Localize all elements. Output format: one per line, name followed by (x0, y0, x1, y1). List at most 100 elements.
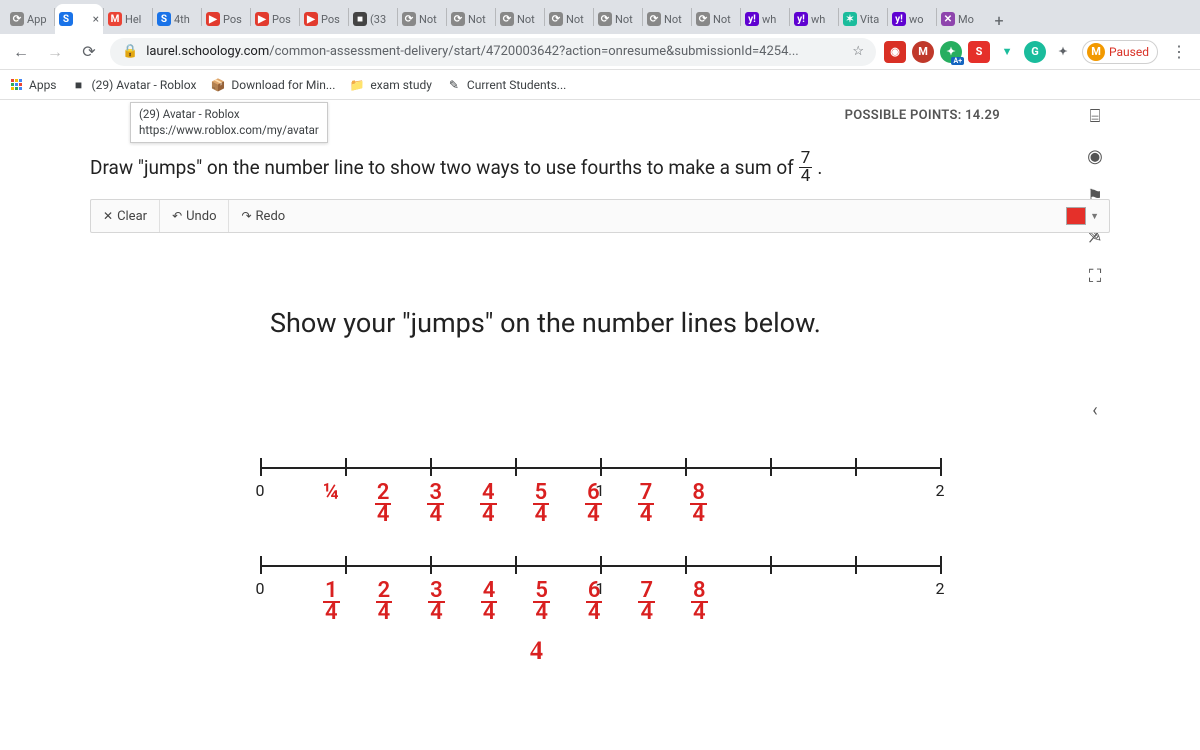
browser-tab[interactable]: ⟳Not (692, 4, 740, 34)
tab-label: 4th (174, 13, 190, 26)
tab-label: Not (566, 13, 584, 26)
tick (345, 556, 347, 574)
tick (685, 458, 687, 476)
tab-favicon: ■ (353, 12, 367, 26)
browser-tab[interactable]: ⟳Not (594, 4, 642, 34)
handwritten-fraction: 24 (376, 581, 393, 623)
back-button[interactable]: ← (8, 39, 34, 65)
tab-label: Not (517, 13, 535, 26)
browser-tab[interactable]: ⟳Not (496, 4, 544, 34)
browser-tab[interactable]: ▶Pos (300, 4, 348, 34)
number-line-2: 012 (260, 565, 940, 567)
browser-tab[interactable]: ⟳Not (643, 4, 691, 34)
bookmark-item[interactable]: ✎Current Students... (446, 77, 566, 93)
bookmarks-bar: Apps ■(29) Avatar - Roblox 📦Download for … (0, 70, 1200, 100)
tab-favicon: S (59, 12, 73, 26)
extension-icons: ◉ M ✦A+ S ▼ G ✦ (884, 41, 1074, 63)
browser-toolbar: ← → ⟳ 🔒 laurel.schoology.com/common-asse… (0, 34, 1200, 70)
browser-tab[interactable]: ✶Vita (839, 4, 887, 34)
browser-tab[interactable]: S× (55, 4, 103, 34)
tick (515, 458, 517, 476)
extension-icon[interactable]: M (912, 41, 934, 63)
tick (855, 556, 857, 574)
extension-icon[interactable]: S (968, 41, 990, 63)
tab-label: Hel (125, 13, 141, 26)
tab-favicon: ⟳ (451, 12, 465, 26)
browser-tab[interactable]: MHel (104, 4, 152, 34)
handwritten-fraction: 34 (428, 581, 445, 623)
tick (855, 458, 857, 476)
tick (430, 556, 432, 574)
kebab-menu-icon[interactable]: ⋮ (1166, 39, 1192, 65)
bookmark-label: exam study (370, 78, 432, 92)
tab-favicon: ⟳ (696, 12, 710, 26)
browser-tab[interactable]: y!wh (790, 4, 838, 34)
tab-favicon: ⟳ (500, 12, 514, 26)
bookmark-item[interactable]: 📁exam study (349, 77, 432, 93)
fraction: 7 4 (799, 150, 813, 185)
browser-tab[interactable]: ■(33 (349, 4, 397, 34)
tab-label: Pos (223, 13, 242, 26)
handwritten-fraction: ¼ (323, 483, 339, 503)
tab-favicon: ⟳ (647, 12, 661, 26)
browser-tab[interactable]: y!wh (741, 4, 789, 34)
extension-icon[interactable]: ▼ (996, 41, 1018, 63)
star-icon[interactable]: ☆ (852, 44, 864, 59)
close-icon[interactable]: × (93, 12, 99, 26)
browser-tab[interactable]: y!wo (888, 4, 936, 34)
new-tab-button[interactable]: + (985, 6, 1013, 34)
handwritten-fraction: 24 (375, 483, 392, 525)
handwritten-fraction: 84 (690, 483, 707, 525)
bookmark-icon: ✎ (446, 77, 462, 93)
tab-label: Not (664, 13, 682, 26)
bookmark-item[interactable]: 📦Download for Min... (210, 77, 335, 93)
browser-tab[interactable]: ⟳Not (447, 4, 495, 34)
lock-icon: 🔒 (122, 44, 138, 59)
handwritten-fraction: 34 (427, 483, 444, 525)
drawing-canvas[interactable]: Show your "jumps" on the number lines be… (90, 237, 1110, 677)
possible-points: POSSIBLE POINTS: 14.29 (845, 108, 1000, 123)
bookmark-label: Download for Min... (231, 78, 335, 92)
extension-icon[interactable]: ✦A+ (940, 41, 962, 63)
bookmark-item[interactable]: ■(29) Avatar - Roblox (71, 77, 197, 93)
student-annotation-row-1: ¼24344454647484 (305, 483, 725, 525)
browser-tab[interactable]: ✕Mo (937, 4, 985, 34)
browser-tab[interactable]: ⟳App (6, 4, 54, 34)
profile-paused-pill[interactable]: M Paused (1082, 40, 1158, 64)
chevron-down-icon: ▼ (1090, 211, 1099, 222)
address-bar[interactable]: 🔒 laurel.schoology.com/common-assessment… (110, 38, 876, 66)
extensions-puzzle-icon[interactable]: ✦ (1052, 41, 1074, 63)
tab-label: Vita (860, 13, 879, 26)
tab-favicon: y! (794, 12, 808, 26)
extension-icon[interactable]: G (1024, 41, 1046, 63)
handwritten-fraction: 74 (638, 581, 655, 623)
profile-avatar: M (1087, 43, 1105, 61)
browser-tab[interactable]: S4th (153, 4, 201, 34)
tick-label: 0 (256, 481, 265, 500)
tab-favicon: M (108, 12, 122, 26)
forward-button[interactable]: → (42, 39, 68, 65)
color-picker[interactable]: ▼ (1056, 207, 1109, 225)
tab-label: wo (909, 13, 924, 26)
extension-icon[interactable]: ◉ (884, 41, 906, 63)
browser-tab[interactable]: ⟳Not (398, 4, 446, 34)
handwritten-fraction: 74 (638, 483, 655, 525)
handwritten-fraction: 54 (533, 581, 550, 623)
reload-button[interactable]: ⟳ (76, 39, 102, 65)
tab-favicon: ⟳ (10, 12, 24, 26)
paused-label: Paused (1109, 45, 1149, 59)
browser-tab-strip: ⟳AppS×MHelS4th▶Pos▶Pos▶Pos■(33⟳Not⟳Not⟳N… (0, 0, 1200, 34)
tab-label: App (27, 13, 47, 26)
browser-tab[interactable]: ⟳Not (545, 4, 593, 34)
tab-label: wh (762, 13, 776, 26)
bookmark-icon: ■ (71, 77, 87, 93)
browser-tab[interactable]: ▶Pos (202, 4, 250, 34)
apps-shortcut[interactable]: Apps (8, 77, 57, 93)
redo-button[interactable]: ↷Redo (229, 200, 297, 232)
url-path: /common-assessment-delivery/start/472000… (269, 44, 798, 59)
browser-tab[interactable]: ▶Pos (251, 4, 299, 34)
undo-button[interactable]: ↶Undo (160, 200, 229, 232)
handwritten-fraction: 64 (585, 483, 602, 525)
tick (260, 556, 262, 574)
clear-button[interactable]: ✕Clear (91, 200, 160, 232)
